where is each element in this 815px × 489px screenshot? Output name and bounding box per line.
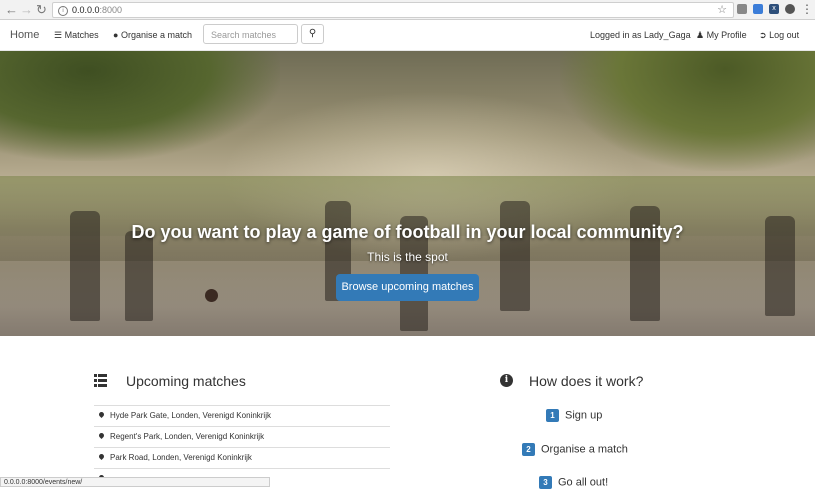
lightbulb-icon: ●: [113, 30, 119, 40]
hero-trees-left: [0, 51, 280, 161]
forward-icon[interactable]: →: [20, 1, 33, 18]
search-input[interactable]: Search matches: [203, 24, 298, 44]
url-port: :8000: [99, 5, 123, 15]
extension-round-icon[interactable]: [785, 4, 795, 14]
matches-link[interactable]: ☰ Matches: [54, 20, 99, 50]
football: [205, 289, 218, 302]
my-profile-link[interactable]: ♟ My Profile: [696, 20, 747, 50]
hero-banner: Do you want to play a game of football i…: [0, 51, 815, 336]
map-marker-icon: [97, 410, 106, 419]
list-icon: ☰: [54, 30, 63, 40]
step-label: Organise a match: [541, 443, 628, 456]
map-marker-icon: [97, 452, 106, 461]
step-label: Sign up: [565, 409, 603, 422]
hero-trees-right: [560, 51, 815, 171]
hero-title: Do you want to play a game of football i…: [131, 222, 684, 242]
logout-link-label: Log out: [769, 30, 800, 40]
match-location: Park Road, Londen, Verenigd Koninkrijk: [110, 453, 252, 462]
step-number-badge: 2: [522, 443, 535, 456]
user-icon: ♟: [696, 30, 705, 40]
step-sign-up: 1 Sign up: [546, 409, 602, 422]
hero-subtitle: This is the spot: [367, 250, 448, 264]
upcoming-matches-heading: Upcoming matches: [126, 373, 246, 389]
profile-link-label: My Profile: [706, 30, 747, 40]
how-it-works-heading: How does it work?: [529, 373, 644, 389]
list-item[interactable]: Hyde Park Gate, Londen, Verenigd Koninkr…: [94, 405, 390, 426]
browser-toolbar: ← → ↻ i 0.0.0.0:8000 ☆ x ⋮: [0, 0, 815, 20]
search-button[interactable]: ⚲: [301, 24, 324, 44]
site-info-icon[interactable]: i: [58, 5, 68, 16]
list-item[interactable]: Regent's Park, Londen, Verenigd Koninkri…: [94, 426, 390, 447]
step-number-badge: 1: [546, 409, 559, 422]
step-go-all-out: 3 Go all out!: [539, 476, 608, 489]
logout-icon: ➲: [759, 30, 767, 40]
map-marker-icon: [97, 431, 106, 440]
browse-matches-button[interactable]: Browse upcoming matches: [336, 274, 479, 301]
extension-icon[interactable]: [753, 4, 763, 14]
extension-x-icon[interactable]: x: [769, 4, 779, 14]
list-item[interactable]: Park Road, Londen, Verenigd Koninkrijk: [94, 447, 390, 468]
match-location: Hyde Park Gate, Londen, Verenigd Koninkr…: [110, 411, 271, 420]
matches-link-label: Matches: [64, 30, 99, 40]
hero-player: [125, 231, 153, 321]
list-icon: [94, 374, 107, 387]
back-icon[interactable]: ←: [5, 1, 18, 18]
info-icon: i: [500, 374, 513, 387]
address-bar[interactable]: i 0.0.0.0:8000 ☆: [52, 2, 734, 18]
bookmark-star-icon[interactable]: ☆: [717, 3, 727, 17]
search-icon: ⚲: [308, 28, 317, 39]
step-number-badge: 3: [539, 476, 552, 489]
browser-menu-icon[interactable]: ⋮: [801, 1, 813, 18]
cast-icon[interactable]: [737, 4, 747, 14]
logged-in-text: Logged in as Lady_Gaga: [590, 30, 691, 40]
reload-icon[interactable]: ↻: [36, 1, 47, 18]
organise-match-link[interactable]: ● Organise a match: [113, 20, 192, 50]
home-link[interactable]: Home: [10, 20, 39, 50]
url-host: 0.0.0.0: [72, 5, 100, 15]
logout-link[interactable]: ➲ Log out: [759, 20, 799, 50]
status-bar-url: 0.0.0.0:8000/events/new/: [0, 477, 270, 487]
site-navbar: Home ☰ Matches ● Organise a match Search…: [0, 20, 815, 51]
organise-link-label: Organise a match: [120, 30, 192, 40]
match-location: Regent's Park, Londen, Verenigd Koninkri…: [110, 432, 265, 441]
step-organise: 2 Organise a match: [522, 443, 628, 456]
